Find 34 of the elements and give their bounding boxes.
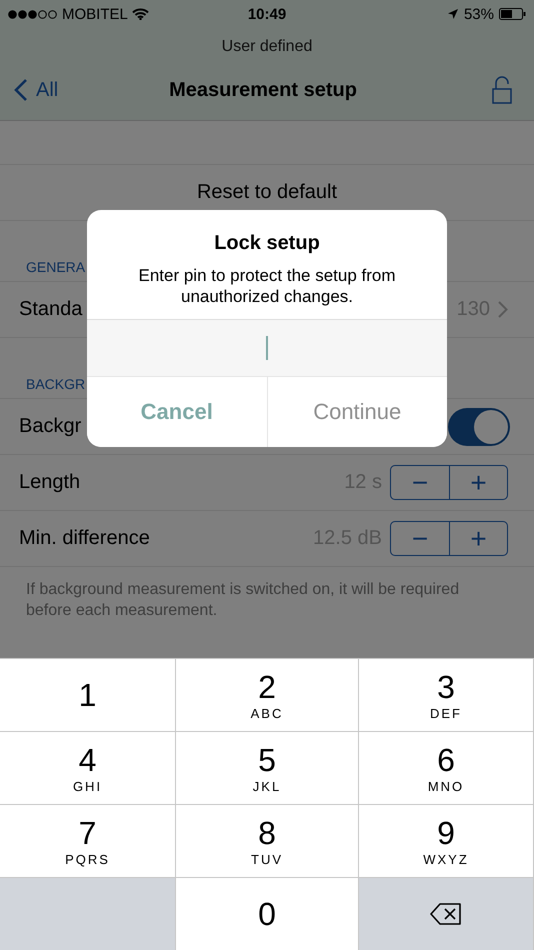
row-label: Min. difference (19, 527, 151, 550)
lock-icon[interactable] (492, 76, 512, 104)
backspace-icon[interactable] (430, 903, 462, 925)
keypad-key[interactable]: 1 (0, 658, 176, 731)
keypad-key[interactable]: 2 ABC (176, 658, 359, 731)
row-label: Length (19, 471, 82, 494)
dialog-title: Lock setup (213, 232, 321, 255)
screen-title: Measurement setup (168, 78, 358, 102)
screen-subtitle: User defined (222, 38, 312, 55)
location-arrow-icon (446, 8, 459, 20)
signal-icon (8, 10, 58, 18)
toggle-switch[interactable] (448, 408, 510, 446)
keypad-key[interactable]: 3 DEF (359, 658, 534, 731)
clock-time: 10:49 (248, 6, 286, 22)
dialog-message: Enter pin to protect the setup from unauthorized changes. (137, 265, 397, 308)
keypad-key[interactable]: 4 GHI (0, 731, 176, 804)
wifi-icon (132, 8, 149, 20)
keypad-key[interactable]: 9 WXYZ (359, 804, 534, 877)
keypad-key[interactable]: 6 MNO (359, 731, 534, 804)
battery-icon (499, 8, 526, 20)
carrier-name: MOBITEL (62, 6, 128, 22)
row-label: Backgr (19, 415, 82, 438)
section-footer: If background measurement is switched on, it will be required before each measurement. (0, 567, 534, 633)
row-label: Standa (19, 298, 84, 321)
keypad-key[interactable]: 8 TUV (176, 804, 359, 877)
keypad-key[interactable]: 7 PQRS (0, 804, 176, 877)
keypad-key[interactable]: 5 JKL (176, 731, 359, 804)
section-header: BACKGR (26, 376, 86, 392)
pin-field[interactable] (87, 319, 447, 377)
section-header: GENERA (26, 259, 86, 275)
chevron-left-icon (14, 78, 28, 102)
keypad-key[interactable]: 0 (176, 877, 359, 950)
chevron-icon (498, 301, 508, 318)
battery-percent: 53% (464, 6, 494, 22)
